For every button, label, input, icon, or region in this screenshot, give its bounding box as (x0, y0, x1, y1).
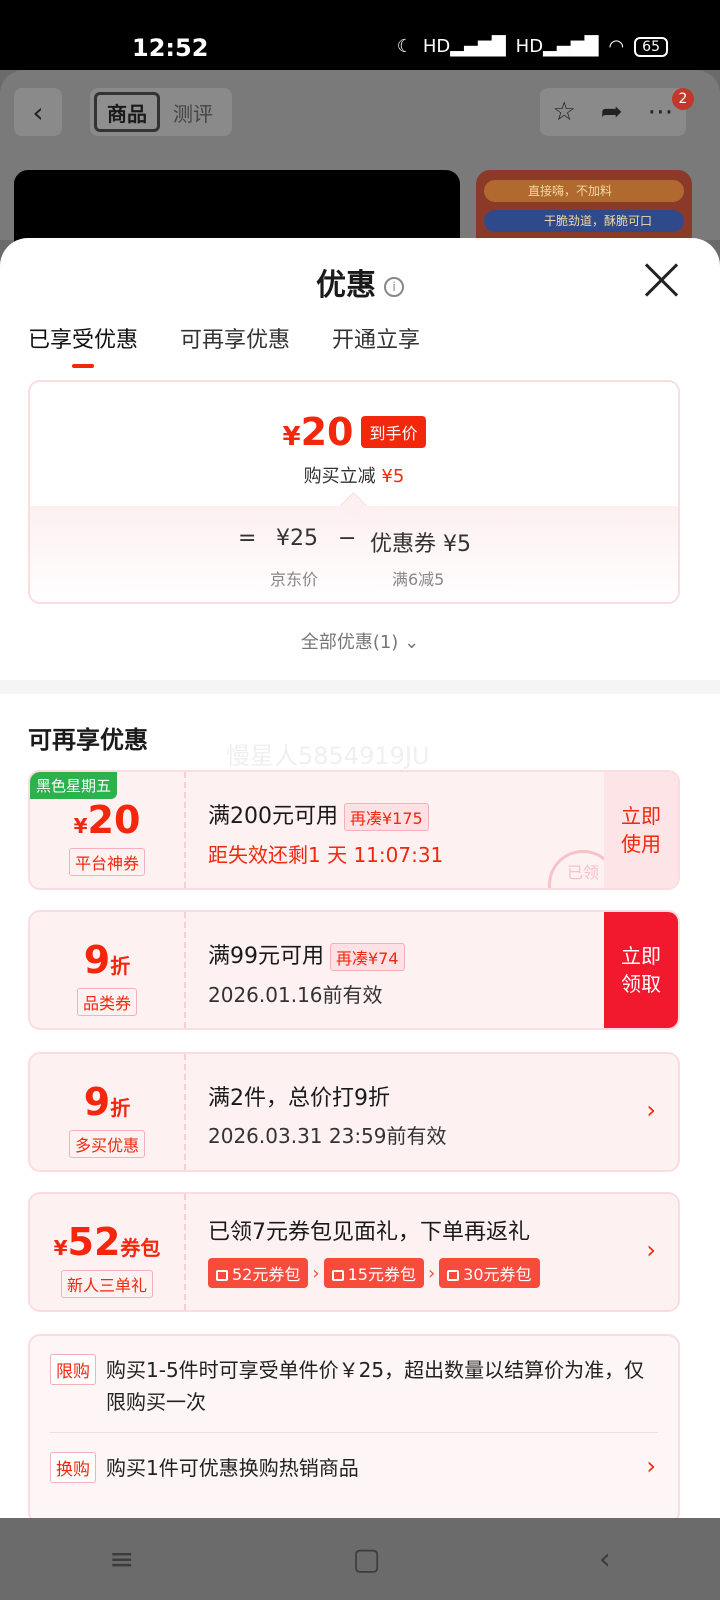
coupon-pack: 30元券包 (439, 1258, 540, 1288)
reduce-line: 购买立减 ¥5 (303, 466, 405, 487)
section-divider (0, 680, 720, 694)
coupon-pack-row: 52元券包 › 15元券包 › 30元券包 (208, 1258, 540, 1288)
coupon-value: 优惠券 ¥5 (370, 532, 471, 557)
coupon-condition: 满99元可用 (208, 944, 324, 969)
coupon-pill: 再凑¥74 (330, 943, 405, 971)
coupon-type: 品类券 (76, 988, 137, 1016)
sheet-title: 优惠 i (0, 260, 720, 304)
lock-icon (331, 1270, 344, 1281)
more-icon[interactable]: ⋯ (647, 97, 673, 127)
chevron-right-icon: › (646, 1236, 656, 1264)
tab-open[interactable]: 开通立享 (332, 322, 420, 368)
final-price: ¥20 (282, 410, 354, 454)
section-title: 可再享优惠 (28, 726, 148, 754)
all-discounts-toggle[interactable]: 全部优惠(1) ⌄ (0, 628, 720, 654)
status-time: 12:52 (132, 34, 209, 62)
exchange-row[interactable]: 换购 购买1件可优惠换购热销商品 › (50, 1452, 658, 1484)
coupon-category: 9折 品类券 满99元可用 再凑¥74 2026.01.16前有效 立即 领取 (28, 910, 680, 1030)
coupon-multi-buy[interactable]: 9折 多买优惠 满2件，总价打9折 2026.03.31 23:59前有效 › (28, 1052, 680, 1172)
status-icons: ☾ HD▂▄▆█ HD▂▄▆█ ◠ 65 (397, 36, 668, 57)
coupon-pack: 52元券包 (208, 1258, 309, 1288)
coupon-newcomer[interactable]: ¥52券包 新人三单礼 已领7元券包见面礼，下单再返礼 52元券包 › 15元券… (28, 1192, 680, 1312)
status-bar: 12:52 ☾ HD▂▄▆█ HD▂▄▆█ ◠ 65 (0, 0, 720, 70)
final-price-tag: 到手价 (361, 416, 426, 448)
exchange-tag: 换购 (50, 1452, 96, 1483)
jd-price-label: 京东价 (270, 570, 319, 589)
exchange-text: 购买1件可优惠换购热销商品 (106, 1456, 359, 1480)
coupon-amount: ¥52券包 (53, 1220, 161, 1264)
coupon-amount: 9折 (83, 1080, 131, 1124)
discount-tabs: 已享受优惠 可再享优惠 开通立享 (28, 322, 420, 368)
tab-review[interactable]: 测评 (160, 98, 226, 127)
coupon-type: 多买优惠 (68, 1130, 145, 1158)
limit-tag: 限购 (50, 1354, 96, 1385)
chevron-down-icon: ⌄ (404, 632, 420, 653)
page-tab-switch[interactable]: 商品 测评 (90, 88, 232, 136)
purchase-limits-card: 限购 购买1-5件时可享受单件价￥25，超出数量以结算价为准，仅限购买一次 换购… (28, 1334, 680, 1518)
coupon-expire: 2026.03.31 23:59前有效 (208, 1124, 447, 1148)
menu-icon[interactable]: ≡ (109, 1542, 134, 1577)
top-actions: ☆ ➦ ⋯ (540, 88, 686, 136)
claim-now-button[interactable]: 立即 领取 (604, 912, 678, 1028)
coupon-condition: 已领7元券包见面礼，下单再返礼 (208, 1220, 530, 1245)
battery-icon: 65 (634, 36, 668, 57)
star-icon[interactable]: ☆ (552, 97, 575, 127)
coupon-condition: 满200元可用 (208, 804, 338, 829)
chevron-right-icon: › (312, 1262, 320, 1284)
coupon-amount: 9折 (83, 938, 131, 982)
watermark: 慢星人5854919JU (226, 742, 430, 770)
back-button[interactable]: ‹ (14, 88, 62, 136)
coupon-expire: 2026.01.16前有效 (208, 983, 383, 1007)
wifi-icon: ◠ (608, 36, 625, 57)
price-formula: = ¥25 − 优惠券 ¥5 京东价 满6减5 (30, 506, 678, 602)
limit-row: 限购 购买1-5件时可享受单件价￥25，超出数量以结算价为准，仅限购买一次 (50, 1354, 658, 1418)
chevron-right-icon: › (646, 1096, 656, 1124)
tab-more[interactable]: 可再享优惠 (180, 322, 290, 368)
black-friday-badge: 黑色星期五 (30, 772, 118, 799)
chevron-right-icon: › (646, 1452, 656, 1480)
message-badge: 2 (672, 88, 694, 110)
back-icon[interactable]: ‹ (599, 1542, 611, 1577)
close-icon[interactable] (644, 262, 680, 298)
divider (50, 1432, 658, 1433)
info-icon[interactable]: i (384, 276, 404, 297)
chevron-right-icon: › (427, 1262, 436, 1284)
lock-icon (216, 1270, 228, 1281)
signal-icon-2: HD▂▄▆█ (515, 36, 599, 57)
limit-text: 购买1-5件时可享受单件价￥25，超出数量以结算价为准，仅限购买一次 (106, 1358, 645, 1414)
home-icon[interactable]: ▢ (352, 1542, 380, 1577)
coupon-desc: 满6减5 (392, 570, 445, 589)
tab-product[interactable]: 商品 (94, 92, 160, 132)
jd-price: ¥25 (276, 526, 318, 551)
background-page: ‹ 商品 测评 ☆ ➦ ⋯ 2 直接嗨，不加料 干脆劲道，酥脆可口 (0, 70, 720, 260)
coupon-amount: ¥20 (73, 798, 141, 842)
coupon-condition: 满2件，总价打9折 (208, 1086, 390, 1111)
share-icon[interactable]: ➦ (601, 97, 623, 127)
tab-enjoyed[interactable]: 已享受优惠 (28, 322, 138, 368)
coupon-countdown: 距失效还剩1 天 11:07:31 (208, 843, 444, 867)
coupon-platform: ¥20 平台神券 黑色星期五 满200元可用 再凑¥175 距失效还剩1 天 11… (28, 770, 680, 890)
system-nav-bar: ≡ ▢ ‹ (0, 1518, 720, 1600)
signal-icon-1: HD▂▄▆█ (422, 36, 506, 57)
coupon-type: 平台神券 (68, 848, 145, 876)
coupon-pack: 15元券包 (323, 1258, 424, 1288)
coupon-pill: 再凑¥175 (344, 803, 429, 831)
moon-icon: ☾ (396, 36, 413, 57)
lock-icon (447, 1270, 460, 1281)
price-breakdown-card: ¥20 到手价 购买立减 ¥5 = ¥25 − 优惠券 ¥5 京东价 满6减5 (28, 380, 680, 604)
coupon-type: 新人三单礼 (60, 1270, 153, 1298)
chevron-left-icon: ‹ (32, 95, 44, 129)
use-now-button[interactable]: 立即 使用 (604, 772, 678, 888)
discount-sheet: 优惠 i 已享受优惠 可再享优惠 开通立享 ¥20 到手价 购买立减 ¥5 = ¥… (0, 238, 720, 1518)
